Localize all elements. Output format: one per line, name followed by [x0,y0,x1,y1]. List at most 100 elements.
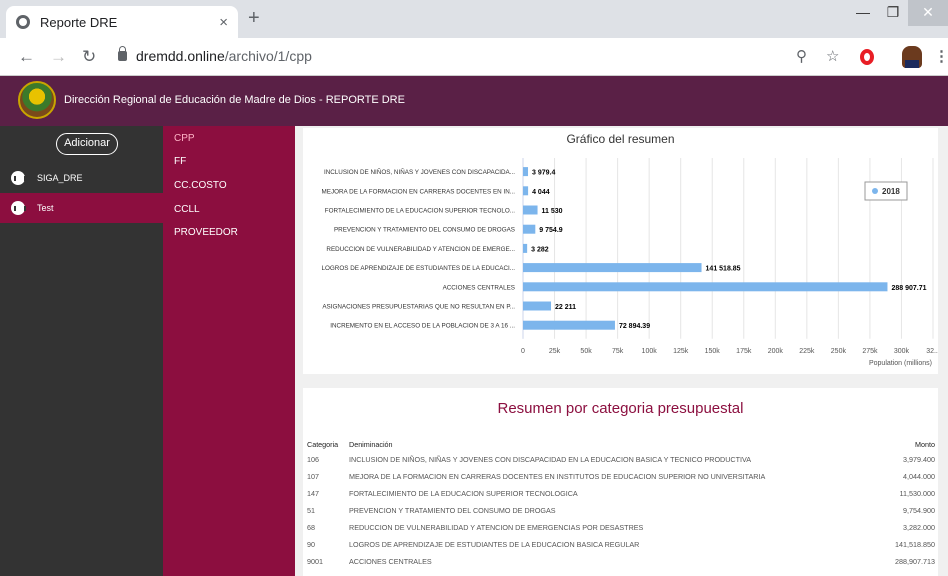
cell-monto: 4,044.000 [903,472,935,481]
column-header-categoria[interactable]: Categoria [307,437,349,451]
cell-denominacion: FORTALECIMIENTO DE LA EDUCACION SUPERIOR… [349,489,578,498]
summary-title: Resumen por categoria presupuestal [497,400,744,417]
url-host: dremdd.online [136,48,225,64]
x-tick-label: 300k [894,348,910,355]
submenu-item-ff[interactable]: FF [174,156,186,167]
data-label: 288 907.71 [891,285,926,292]
data-label: 22 211 [555,304,576,311]
browser-chrome: Reporte DRE × + — ❐ ✕ ← → ↻ dremdd.onlin… [0,0,948,76]
y-tick-label: REDUCCION DE VULNERABILIDAD Y ATENCION D… [326,246,515,253]
cell-categoria: 51 [307,506,315,515]
bar [523,186,529,196]
opera-icon[interactable] [860,49,874,65]
x-tick-label: 200k [768,348,784,355]
profile-avatar[interactable] [902,46,922,68]
cell-denominacion: REDUCCION DE VULNERABILIDAD Y ATENCION D… [349,523,644,532]
page-title: Dirección Regional de Educación de Madre… [64,94,405,106]
column-header-monto[interactable]: Monto [857,437,937,451]
x-tick-label: 250k [831,348,847,355]
x-tick-label: 100k [642,348,658,355]
zoom-icon[interactable]: ⚲ [796,47,807,65]
data-label: 3 979.4 [532,170,555,177]
browser-tab[interactable]: Reporte DRE × [6,6,238,38]
cell-monto: 3,979.400 [903,455,935,464]
y-tick-label: INCREMENTO EN EL ACCESO DE LA POBLACION … [330,323,515,330]
cell-categoria: 106 [307,455,319,464]
cell-monto: 3,282.000 [903,523,935,532]
legend-label: 2018 [882,187,900,196]
cell-categoria: 90 [307,540,315,549]
cell-denominacion: MEJORA DE LA FORMACION EN CARRERAS DOCEN… [349,472,766,481]
chart-title: Gráfico del resumen [566,132,675,146]
cell-monto: 288,907.713 [895,557,935,566]
forward-icon[interactable]: → [50,47,67,67]
sidebar-item-siga-dre[interactable]: SIGA_DRE [0,163,163,193]
lock-icon [118,46,127,61]
column-header-denominacion[interactable]: Deniminación [349,437,857,451]
reload-icon[interactable]: ↻ [82,47,96,67]
bar [523,167,529,177]
x-tick-label: 0 [521,348,525,355]
bar [523,205,538,215]
y-tick-label: ACCIONES CENTRALES [443,284,515,291]
submenu-item-cpp[interactable]: CPP [174,133,195,144]
address-bar[interactable]: dremdd.online/archivo/1/cpp [136,48,312,64]
data-label: 4 044 [532,189,550,196]
menu-icon[interactable]: ⋮ [934,47,948,65]
table-row: 106 INCLUSION DE NIÑOS, NIÑAS Y JOVENES C… [307,451,937,468]
sidebar-item-test[interactable]: Test [0,193,163,223]
sidebar-item-label: SIGA_DRE [37,173,83,183]
tab-strip: Reporte DRE × + — ❐ ✕ [0,0,948,38]
table-row: 9001 ACCIONES CENTRALES 288,907.713 [307,553,937,570]
browser-toolbar: ← → ↻ dremdd.online/archivo/1/cpp ⚲ ☆ ⋮ [0,38,948,76]
data-label: 9 754.9 [539,227,562,234]
table-row: 90 LOGROS DE APRENDIZAJE DE ESTUDIANTES D… [307,536,937,553]
bar-chart: 0 25k 50k 75k 100k 125k 150k 175k 200k 225k 250k 27… [322,158,938,367]
chart-icon [11,171,26,185]
x-tick-label: 150k [705,348,721,355]
submenu-item-ccll[interactable]: CCLL [174,204,200,215]
window-controls: — ❐ ✕ [848,0,948,26]
bar [523,320,615,330]
data-label: 3 282 [531,246,549,253]
y-tick-label: ASIGNACIONES PRESUPUESTARIAS QUE NO RESU… [322,304,515,311]
y-tick-label: LOGROS DE APRENDIZAJE DE ESTUDIANTES DE … [322,265,516,272]
bar [523,224,536,234]
table-row: 147 FORTALECIMIENTO DE LA EDUCACION SUPER… [307,485,937,502]
data-label: 11 530 [542,208,563,215]
submenu [163,126,295,576]
legend-marker [872,188,878,194]
logo [18,81,56,119]
add-button[interactable]: Adicionar [56,133,118,155]
minimize-icon[interactable]: — [848,0,878,26]
cell-monto: 141,518.850 [895,540,935,549]
submenu-item-cc-costo[interactable]: CC.COSTO [174,180,227,191]
new-tab-button[interactable]: + [248,8,260,28]
back-icon[interactable]: ← [18,47,35,67]
x-axis-label: Population (millions) [869,360,932,367]
cell-denominacion: LOGROS DE APRENDIZAJE DE ESTUDIANTES DE … [349,540,640,549]
x-tick-label: 50k [580,348,592,355]
cell-categoria: 147 [307,489,319,498]
x-tick-label: 125k [673,348,689,355]
x-tick-label: 25k [549,348,561,355]
table-row: 51 PREVENCION Y TRATAMIENTO DEL CONSUMO D… [307,502,937,519]
bar [523,301,552,311]
close-window-icon[interactable]: ✕ [908,0,948,26]
cell-categoria: 68 [307,523,315,532]
bar [523,243,528,253]
y-tick-label: INCLUSION DE NIÑOS, NIÑAS Y JOVENES CON … [324,167,515,176]
bar [523,263,702,273]
maximize-icon[interactable]: ❐ [878,0,908,26]
x-tick-label: 275k [862,348,878,355]
table-row: 68 REDUCCION DE VULNERABILIDAD Y ATENCION… [307,519,937,536]
sidebar-item-label: Test [37,203,54,213]
submenu-item-proveedor[interactable]: PROVEEDOR [174,227,238,238]
close-tab-icon[interactable]: × [219,14,228,31]
tab-title: Reporte DRE [40,14,118,30]
y-tick-label: MEJORA DE LA FORMACION EN CARRERAS DOCEN… [322,188,516,195]
data-label: 141 518.85 [706,266,741,273]
cell-denominacion: INCLUSION DE NIÑOS, NIÑAS Y JOVENES CON … [349,455,752,464]
bar [523,282,888,292]
star-icon[interactable]: ☆ [826,47,839,65]
